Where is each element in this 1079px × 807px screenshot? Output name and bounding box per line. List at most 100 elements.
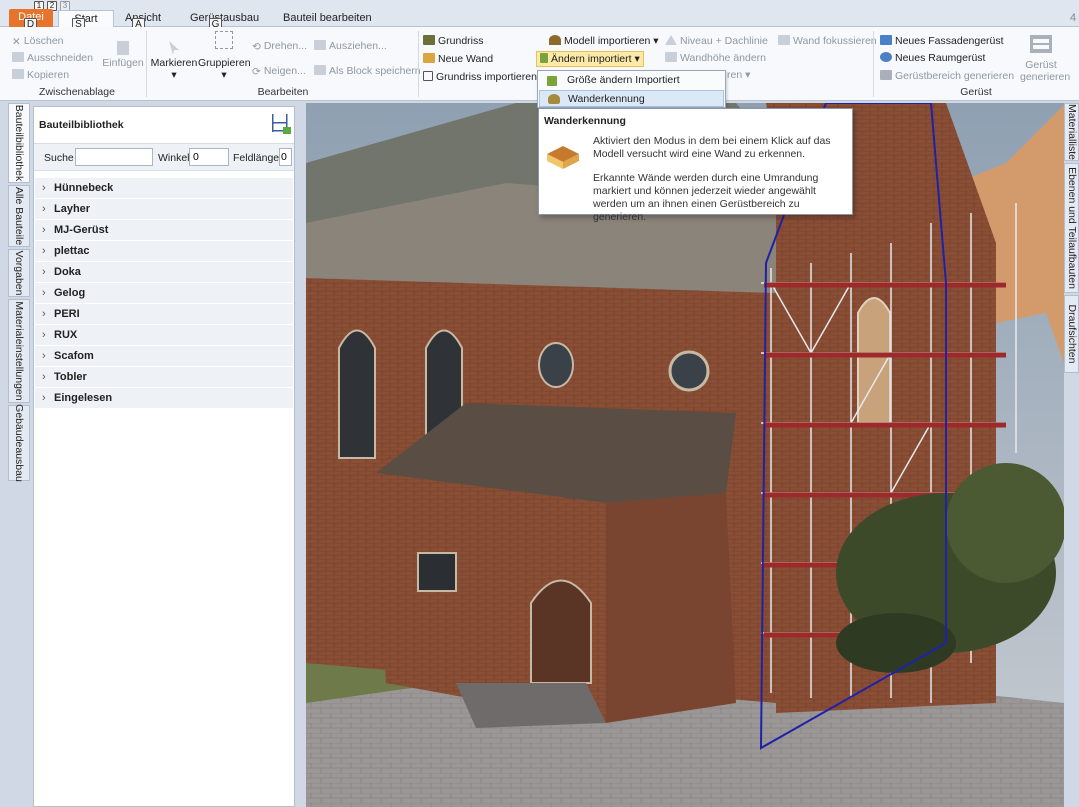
paste-icon (117, 41, 129, 55)
feldlaenge-label: Feldlänge (233, 152, 280, 164)
drehen-button[interactable]: ⟲ Drehen... (252, 39, 307, 53)
group-geruest-label: Gerüst (960, 86, 992, 98)
library-title: Bauteilbibliothek (39, 119, 124, 131)
grundriss-importieren-button[interactable]: Grundriss importieren (423, 70, 537, 84)
facade-scaffold-icon (880, 35, 892, 45)
library-item-eingelesen[interactable]: › Eingelesen (35, 388, 293, 409)
left-side-tabs: Bauteilbibliothek Alle Bauteile Vorgaben… (8, 103, 31, 807)
tab-start[interactable]: Start (58, 10, 114, 27)
side-tab-gebaeudeausbau[interactable]: Gebäudeausbau (8, 404, 30, 482)
neues-raumgeruest-button[interactable]: Neues Raumgerüst (880, 51, 985, 65)
roofline-icon (665, 35, 677, 45)
library-import-icon[interactable] (269, 111, 291, 135)
right-side-tabs: Materialliste Ebenen und Teilaufbauten D… (1064, 103, 1079, 503)
grundriss-button[interactable]: Grundriss (423, 34, 484, 48)
focus-wall-icon (778, 35, 790, 45)
tooltip-description-2: Erkannte Wände werden durch eine Umrandu… (593, 172, 819, 223)
cursor-icon (169, 41, 179, 55)
library-search-row: Suche Winkel Feldlänge (34, 143, 294, 171)
partial-menu-button[interactable]: ren ▾ (727, 68, 750, 82)
kopieren-button[interactable]: Kopieren (12, 68, 69, 82)
feldlaenge-input[interactable] (279, 148, 292, 166)
wanderkennung-tooltip: Wanderkennung Aktiviert den Modus in dem… (538, 108, 853, 223)
neues-fassadengeruest-button[interactable]: Neues Fassadengerüst (880, 34, 1004, 48)
resize-imported-icon (540, 53, 548, 63)
scissors-icon (12, 52, 24, 62)
resize-icon (547, 76, 557, 86)
room-scaffold-icon (880, 52, 892, 62)
loeschen-button[interactable]: ✕ Löschen (12, 34, 64, 48)
geruestbereich-generieren-button[interactable]: Gerüstbereich generieren (880, 69, 1014, 83)
side-tab-vorgaben[interactable]: Vorgaben (8, 249, 30, 297)
library-item-mj-geruest[interactable]: › MJ-Gerüst (35, 220, 293, 241)
wall-detect-icon (547, 146, 579, 169)
library-item-huennebeck[interactable]: › Hünnebeck (35, 178, 293, 199)
menu-item-groesse-aendern[interactable]: Größe ändern Importiert (539, 72, 724, 89)
tab-overflow[interactable]: 4 (1068, 10, 1078, 27)
app-window: 1 2 3 Datei Start Ansicht Gerüstausbau B… (0, 0, 1079, 807)
save-block-icon (314, 65, 326, 75)
chevron-down-icon: ▾ (171, 69, 177, 81)
library-item-peri[interactable]: › PERI (35, 304, 293, 325)
wandhoehe-aendern-button[interactable]: Wandhöhe ändern (665, 51, 766, 65)
import-model-icon (549, 35, 561, 45)
winkel-input[interactable] (189, 148, 229, 166)
als-block-speichern-button[interactable]: Als Block speichern (314, 64, 421, 78)
group-separator (873, 31, 874, 97)
tilt-icon: ⟳ (252, 66, 261, 78)
floorplan-icon (423, 35, 435, 45)
group-separator (146, 31, 147, 97)
group-separator (418, 31, 419, 97)
search-label: Suche (44, 152, 74, 164)
chevron-down-icon: ▾ (745, 69, 751, 81)
library-item-tobler[interactable]: › Tobler (35, 367, 293, 388)
chevron-right-icon: › (42, 203, 46, 215)
tooltip-title: Wanderkennung (544, 115, 626, 127)
group-bearbeiten-label: Bearbeiten (257, 86, 309, 98)
library-item-layher[interactable]: › Layher (35, 199, 293, 220)
niveau-dachlinie-button[interactable]: Niveau + Dachlinie (665, 34, 768, 48)
side-tab-draufsichten[interactable]: Draufsichten (1064, 295, 1079, 373)
library-item-rux[interactable]: › RUX (35, 325, 293, 346)
neigen-button[interactable]: ⟳ Neigen... (252, 64, 306, 78)
ribbon-tab-bar: 1 2 3 Datei Start Ansicht Gerüstausbau B… (0, 0, 1079, 31)
aendern-importiert-button[interactable]: Ändern importiert ▾ (536, 51, 644, 67)
library-item-gelog[interactable]: › Gelog (35, 283, 293, 304)
ausziehen-button[interactable]: Ausziehen... (314, 39, 387, 53)
chevron-right-icon: › (42, 392, 46, 404)
copy-icon (12, 69, 24, 79)
chevron-right-icon: › (42, 308, 46, 320)
side-tab-bauteilbibliothek[interactable]: Bauteilbibliothek (8, 103, 30, 183)
chevron-down-icon: ▾ (653, 35, 659, 47)
chevron-right-icon: › (42, 350, 46, 362)
wall-icon (423, 53, 435, 63)
aendern-importiert-dropdown: Größe ändern Importiert Wanderkennung (537, 70, 726, 108)
search-input[interactable] (75, 148, 153, 166)
wall-detect-icon (548, 94, 560, 104)
side-tab-materialliste[interactable]: Materialliste (1064, 103, 1079, 161)
tab-bauteil-bearbeiten[interactable]: Bauteil bearbeiten (281, 10, 374, 27)
side-tab-ebenen-teilaufbauten[interactable]: Ebenen und Teilaufbauten (1064, 163, 1079, 293)
chevron-right-icon: › (42, 245, 46, 257)
ausschneiden-button[interactable]: Ausschneiden (12, 51, 93, 65)
side-tab-materialeinstellungen[interactable]: Materialeinstellungen (8, 299, 30, 403)
group-icon (215, 31, 233, 49)
scaffold-icon (1030, 35, 1052, 53)
rotate-icon: ⟲ (252, 41, 261, 53)
modell-importieren-button[interactable]: Modell importieren ▾ (549, 34, 659, 48)
wand-fokussieren-button[interactable]: Wand fokussieren (778, 34, 877, 48)
einfuegen-button[interactable]: Einfügen (102, 41, 144, 69)
tooltip-description: Aktiviert den Modus in dem bei einem Kli… (593, 135, 831, 160)
library-item-scafom[interactable]: › Scafom (35, 346, 293, 367)
side-tab-alle-bauteile[interactable]: Alle Bauteile (8, 185, 30, 247)
library-item-plettac[interactable]: › plettac (35, 241, 293, 262)
neue-wand-button[interactable]: Neue Wand (423, 52, 493, 66)
menu-item-wanderkennung[interactable]: Wanderkennung (539, 90, 724, 107)
chevron-right-icon: › (42, 266, 46, 278)
markieren-button[interactable]: Markieren ▾ (149, 41, 199, 81)
gruppieren-button[interactable]: Gruppieren ▾ (198, 31, 251, 81)
geruest-generieren-button[interactable]: Gerüst generieren (1013, 35, 1070, 83)
library-item-doka[interactable]: › Doka (35, 262, 293, 283)
tab-geruestausbau[interactable]: Gerüstausbau (188, 10, 261, 27)
generate-area-icon (880, 70, 892, 80)
